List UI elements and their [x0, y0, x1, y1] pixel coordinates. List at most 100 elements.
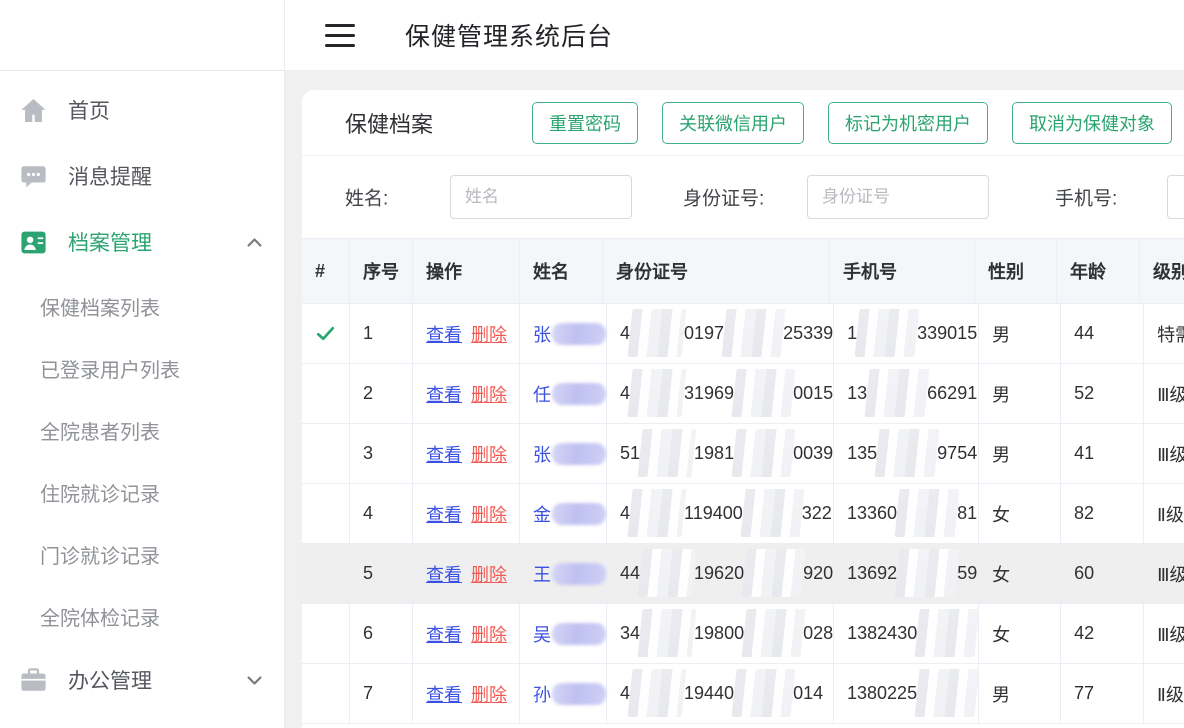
view-link[interactable]: 查看	[426, 501, 462, 527]
message-icon	[18, 161, 48, 191]
patient-name[interactable]: 张	[533, 441, 551, 467]
row-select-cell[interactable]	[302, 304, 350, 363]
id-number-cell: 5119810039	[607, 424, 834, 483]
filter-input[interactable]	[1167, 175, 1184, 219]
column-header: 级别	[1140, 239, 1184, 303]
delete-link[interactable]: 删除	[471, 501, 507, 527]
name-cell[interactable]: 孙	[520, 664, 607, 723]
table-row[interactable]: 1查看删除张40197253391339015男44特需	[302, 304, 1184, 364]
sidebar-item[interactable]: 消息提醒	[0, 143, 284, 209]
toolbar-buttons: 重置密码关联微信用户标记为机密用户取消为保健对象	[532, 102, 1172, 144]
table-row[interactable]: 7查看删除孙4194400141380225男77Ⅱ级	[302, 664, 1184, 724]
table-row[interactable]: 2查看删除任43196900151366291男52Ⅲ级	[302, 364, 1184, 424]
row-select-cell[interactable]	[302, 364, 350, 423]
phone-cell: 1336081	[834, 484, 979, 543]
view-link[interactable]: 查看	[426, 381, 462, 407]
censored-name-blur	[552, 383, 606, 405]
sidebar-item[interactable]: 首页	[0, 77, 284, 143]
seq-cell: 5	[350, 544, 413, 603]
phone-cell: 1359754	[834, 424, 979, 483]
censored-blur	[746, 566, 801, 582]
action-button[interactable]: 取消为保健对象	[1012, 102, 1172, 144]
view-link[interactable]: 查看	[426, 441, 462, 467]
censored-blur	[745, 506, 800, 522]
age-cell: 52	[1061, 364, 1144, 423]
gender-cell: 女	[979, 604, 1061, 663]
name-cell[interactable]: 金	[520, 484, 607, 543]
delete-link[interactable]: 删除	[471, 381, 507, 407]
row-select-cell[interactable]	[302, 664, 350, 723]
censored-blur	[726, 326, 781, 342]
top-header: 保健管理系统后台	[285, 0, 1184, 70]
sidebar-subitem[interactable]: 已登录用户列表	[0, 337, 284, 399]
view-link[interactable]: 查看	[426, 681, 462, 707]
delete-link[interactable]: 删除	[471, 561, 507, 587]
filter-input[interactable]	[450, 175, 632, 219]
sidebar-subitem[interactable]: 全院患者列表	[0, 399, 284, 461]
id-number-cell: 419440014	[607, 664, 834, 723]
name-cell[interactable]: 任	[520, 364, 607, 423]
censored-name-blur	[552, 683, 606, 705]
patient-name[interactable]: 孙	[533, 681, 551, 707]
name-cell[interactable]: 张	[520, 304, 607, 363]
censored-blur	[632, 386, 682, 402]
patient-name[interactable]: 吴	[533, 621, 551, 647]
row-select-cell[interactable]	[302, 424, 350, 483]
row-select-cell[interactable]	[302, 604, 350, 663]
row-select-cell[interactable]	[302, 544, 350, 603]
patient-name[interactable]: 王	[533, 561, 551, 587]
action-button[interactable]: 关联微信用户	[662, 102, 804, 144]
delete-link[interactable]: 删除	[471, 441, 507, 467]
sidebar-subitem[interactable]: 全院体检记录	[0, 585, 284, 647]
patient-name[interactable]: 金	[533, 501, 551, 527]
sidebar-item-label: 档案管理	[68, 227, 152, 257]
sidebar-subitem[interactable]: 门诊就诊记录	[0, 523, 284, 585]
name-cell[interactable]: 吴	[520, 604, 607, 663]
id-number-cell: 4319690015	[607, 364, 834, 423]
check-icon	[315, 323, 336, 344]
table-row[interactable]: 3查看删除张51198100391359754男41Ⅲ级	[302, 424, 1184, 484]
phone-cell: 1369259	[834, 544, 979, 603]
delete-link[interactable]: 删除	[471, 321, 507, 347]
filter-input[interactable]	[807, 175, 989, 219]
table-row[interactable]: 4查看删除金41194003221336081女82Ⅱ级	[302, 484, 1184, 544]
action-button[interactable]: 标记为机密用户	[828, 102, 988, 144]
sidebar-item[interactable]: 办公管理	[0, 647, 284, 713]
column-header: 序号	[350, 239, 413, 303]
sidebar-logo-area	[0, 0, 284, 71]
level-cell: Ⅲ级	[1144, 604, 1184, 663]
name-cell[interactable]: 张	[520, 424, 607, 483]
table-row[interactable]: 5查看删除王44196209201369259女60Ⅲ级	[302, 544, 1184, 604]
censored-blur	[869, 386, 925, 402]
sidebar-subitem[interactable]: 保健档案列表	[0, 275, 284, 337]
seq-cell: 6	[350, 604, 413, 663]
actions-cell: 查看删除	[413, 544, 520, 603]
seq-cell: 3	[350, 424, 413, 483]
table-row[interactable]: 6查看删除吴34198000281382430女42Ⅲ级	[302, 604, 1184, 664]
column-header: #	[302, 239, 350, 303]
level-cell: Ⅱ级	[1144, 664, 1184, 723]
sidebar-item[interactable]: 档案管理	[0, 209, 284, 275]
action-button[interactable]: 重置密码	[532, 102, 638, 144]
view-link[interactable]: 查看	[426, 561, 462, 587]
toolbar: 保健档案 重置密码关联微信用户标记为机密用户取消为保健对象	[302, 90, 1184, 156]
delete-link[interactable]: 删除	[471, 681, 507, 707]
delete-link[interactable]: 删除	[471, 621, 507, 647]
level-cell: Ⅲ级	[1144, 544, 1184, 603]
name-cell[interactable]: 王	[520, 544, 607, 603]
view-link[interactable]: 查看	[426, 321, 462, 347]
menu-toggle-icon[interactable]	[325, 24, 355, 47]
patient-name[interactable]: 张	[533, 321, 551, 347]
view-link[interactable]: 查看	[426, 621, 462, 647]
age-cell: 41	[1061, 424, 1144, 483]
level-cell: Ⅲ级	[1144, 364, 1184, 423]
gender-cell: 男	[979, 424, 1061, 483]
data-table: #序号操作姓名身份证号手机号性别年龄级别 1查看删除张4019725339133…	[302, 238, 1184, 724]
column-header: 手机号	[830, 239, 975, 303]
age-cell: 42	[1061, 604, 1144, 663]
age-cell: 60	[1061, 544, 1144, 603]
sidebar-subitem[interactable]: 住院就诊记录	[0, 461, 284, 523]
row-select-cell[interactable]	[302, 484, 350, 543]
censored-name-blur	[552, 623, 606, 645]
patient-name[interactable]: 任	[533, 381, 551, 407]
